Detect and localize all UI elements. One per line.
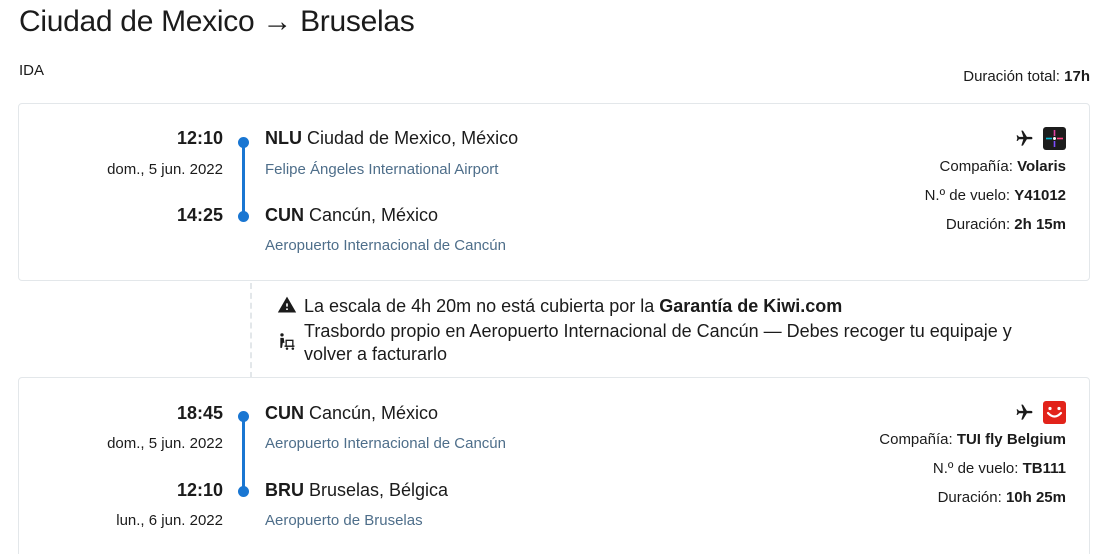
segment-duration-label: Duración: (945, 216, 1015, 233)
plane-icon (1016, 404, 1033, 420)
arrival-place: BRU Bruselas, Bélgica (265, 480, 448, 501)
arrival-dot (238, 211, 249, 222)
airline-name: TUI fly Belgium (956, 431, 1066, 448)
flight-segment-card[interactable]: 12:10 dom., 5 jun. 2022 14:25 NLU Ciudad… (18, 103, 1090, 281)
baggage-trolley-icon (280, 333, 295, 350)
total-duration: Duración total: 17h (963, 68, 1090, 85)
departure-date: dom., 5 jun. 2022 (107, 161, 223, 178)
arrival-city: Bruselas, Bélgica (304, 480, 449, 500)
direction-label: IDA (19, 62, 45, 79)
segment-duration-info: Duración: 2h 15m (946, 216, 1066, 233)
flight-number-info: N.º de vuelo: Y41012 (925, 187, 1066, 204)
segment-duration: 10h 25m (1005, 489, 1066, 506)
arrival-place: CUN Cancún, México (265, 205, 438, 226)
plane-icon (1016, 130, 1033, 146)
departure-city: Ciudad de Mexico, México (302, 128, 519, 148)
total-duration-value: 17h (1064, 68, 1090, 85)
carrier-icons (1015, 401, 1066, 424)
departure-time: 12:10 (176, 128, 223, 148)
departure-time: 18:45 (176, 403, 223, 423)
arrival-airport: Aeropuerto Internacional de Cancún (265, 237, 506, 254)
self-transfer-note: Trasbordo propio en Aeropuerto Internaci… (277, 320, 1017, 366)
volaris-logo-icon (1043, 127, 1066, 150)
departure-date: dom., 5 jun. 2022 (107, 435, 223, 452)
flight-segment-card[interactable]: 18:45 dom., 5 jun. 2022 12:10 lun., 6 ju… (18, 377, 1090, 554)
kiwi-guarantee-link[interactable]: Garantía de Kiwi.com (659, 296, 842, 316)
departure-airport: Felipe Ángeles International Airport (265, 161, 499, 178)
carrier-icons (1015, 127, 1066, 150)
airline-info: Compañía: TUI fly Belgium (879, 431, 1066, 448)
arrival-airport: Aeropuerto de Bruselas (265, 512, 423, 529)
segment-duration-info: Duración: 10h 25m (938, 489, 1066, 506)
route-line (242, 142, 245, 216)
total-duration-label: Duración total: (963, 68, 1065, 85)
trip-title: Ciudad de Mexico → Bruselas (19, 5, 415, 38)
departure-place: NLU Ciudad de Mexico, México (265, 128, 518, 149)
layover-warning-text: La escala de 4h 20m no está cubierta por… (304, 296, 660, 316)
departure-code: NLU (265, 128, 302, 148)
flight-number: Y41012 (1014, 187, 1066, 204)
departure-city: Cancún, México (304, 403, 439, 423)
self-transfer-text: Trasbordo propio en Aeropuerto Internaci… (304, 321, 1012, 364)
flight-number-label: N.º de vuelo: (932, 460, 1023, 477)
arrival-city: Cancún, México (304, 205, 439, 225)
flight-number-info: N.º de vuelo: TB111 (933, 460, 1066, 477)
airline-label: Compañía: (939, 158, 1018, 175)
flight-number-label: N.º de vuelo: (924, 187, 1015, 204)
arrival-time: 12:10 (176, 480, 223, 500)
tui-logo-icon (1043, 401, 1066, 424)
arrival-time: 14:25 (176, 205, 223, 225)
route-line (242, 416, 245, 491)
departure-place: CUN Cancún, México (265, 403, 438, 424)
arrival-date: lun., 6 jun. 2022 (116, 512, 223, 529)
layover-connector (250, 283, 252, 378)
arrival-code: CUN (265, 205, 304, 225)
departure-code: CUN (265, 403, 304, 423)
flight-number: TB111 (1022, 460, 1066, 477)
airline-info: Compañía: Volaris (940, 158, 1066, 175)
airline-name: Volaris (1017, 158, 1066, 175)
airline-label: Compañía: (879, 431, 957, 448)
arrival-code: BRU (265, 480, 304, 500)
layover-warning: La escala de 4h 20m no está cubierta por… (277, 295, 842, 318)
warning-icon (277, 296, 297, 313)
departure-airport: Aeropuerto Internacional de Cancún (265, 435, 506, 452)
segment-duration-label: Duración: (937, 489, 1006, 506)
segment-duration: 2h 15m (1014, 216, 1066, 233)
arrival-dot (238, 486, 249, 497)
